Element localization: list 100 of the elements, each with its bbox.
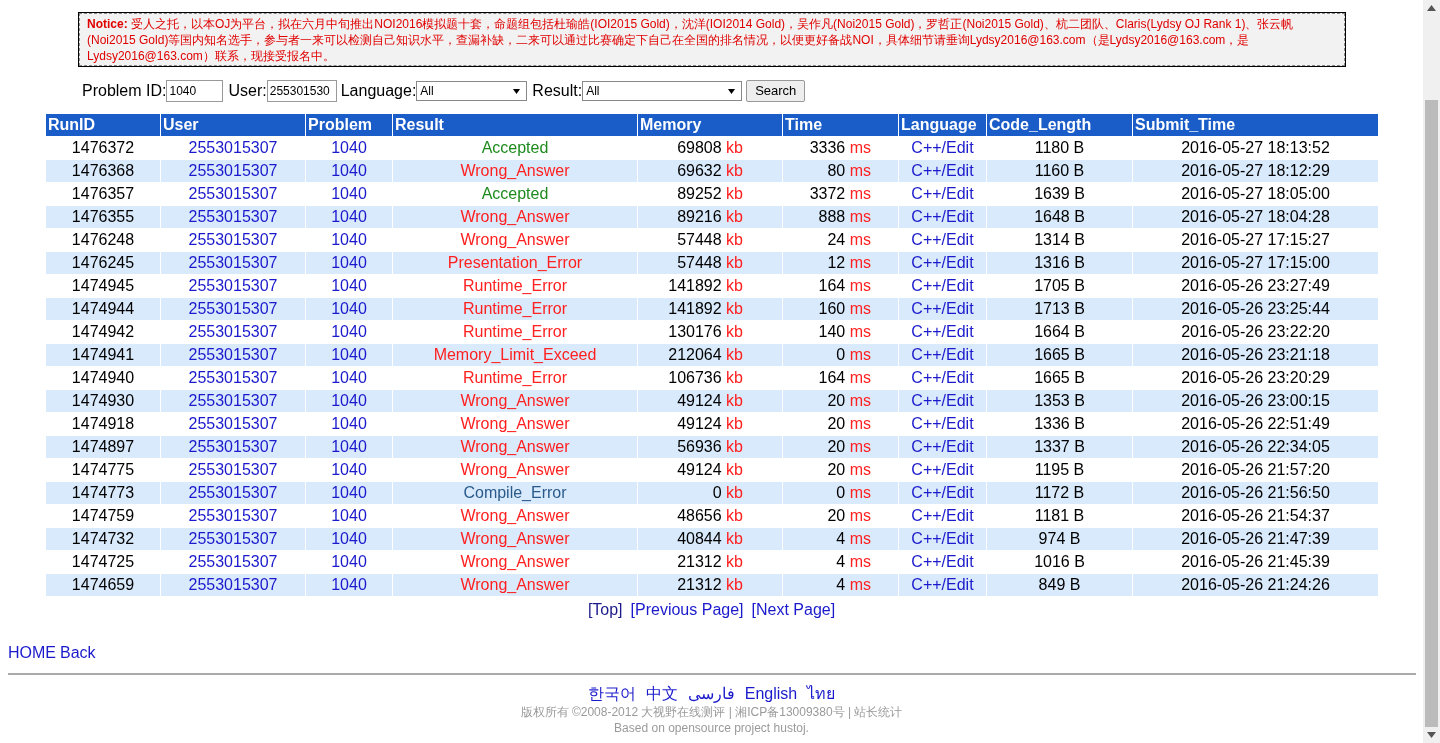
user-link[interactable]: 2553015307: [188, 254, 278, 271]
code-length-cell: 1314 B: [1034, 231, 1085, 248]
user-link[interactable]: 2553015307: [188, 461, 278, 478]
user-link[interactable]: 2553015307: [188, 576, 278, 593]
language-link[interactable]: C++/Edit: [911, 392, 974, 409]
language-link[interactable]: C++/Edit: [911, 530, 974, 547]
user-link[interactable]: 2553015307: [188, 369, 278, 386]
language-link[interactable]: C++/Edit: [911, 139, 974, 156]
problem-link[interactable]: 1040: [331, 185, 367, 202]
user-link[interactable]: 2553015307: [188, 507, 278, 524]
language-link[interactable]: C++/Edit: [911, 254, 974, 271]
problem-link[interactable]: 1040: [331, 369, 367, 386]
language-link[interactable]: C++/Edit: [911, 484, 974, 501]
user-link[interactable]: 2553015307: [188, 139, 278, 156]
problem-link[interactable]: 1040: [331, 553, 367, 570]
user-link[interactable]: 2553015307: [188, 323, 278, 340]
scrollbar[interactable]: [1423, 0, 1440, 743]
user-link[interactable]: 2553015307: [188, 208, 278, 225]
problem-link[interactable]: 1040: [331, 277, 367, 294]
run-id-cell: 1474773: [71, 484, 135, 501]
memory-value: 49124: [677, 461, 722, 478]
pager-link[interactable]: [Previous Page]: [630, 598, 744, 622]
language-link[interactable]: C++/Edit: [911, 576, 974, 593]
scrollbar-thumb[interactable]: [1425, 100, 1438, 727]
problem-link[interactable]: 1040: [331, 461, 367, 478]
language-link[interactable]: C++/Edit: [911, 231, 974, 248]
pager-link[interactable]: [Top]: [587, 598, 623, 622]
language-link[interactable]: C++/Edit: [911, 369, 974, 386]
user-link[interactable]: 2553015307: [188, 346, 278, 363]
problem-link[interactable]: 1040: [331, 576, 367, 593]
problem-link[interactable]: 1040: [331, 162, 367, 179]
unit-label: kb: [726, 369, 743, 386]
problem-link[interactable]: 1040: [331, 415, 367, 432]
user-link[interactable]: 2553015307: [188, 392, 278, 409]
language-link[interactable]: C++/Edit: [911, 438, 974, 455]
submit-time-cell: 2016-05-27 18:13:52: [1181, 139, 1330, 156]
submit-time-cell: 2016-05-27 17:15:27: [1181, 231, 1330, 248]
user-link[interactable]: 2553015307: [188, 553, 278, 570]
language-link[interactable]: C++/Edit: [911, 185, 974, 202]
language-link[interactable]: C++/Edit: [911, 208, 974, 225]
memory-value: 57448: [677, 231, 722, 248]
language-link[interactable]: C++/Edit: [911, 415, 974, 432]
user-link[interactable]: 2553015307: [188, 484, 278, 501]
unit-label: kb: [726, 553, 743, 570]
run-id-cell: 1474759: [71, 507, 135, 524]
problem-link[interactable]: 1040: [331, 507, 367, 524]
user-link[interactable]: 2553015307: [188, 530, 278, 547]
language-link[interactable]: C++/Edit: [911, 277, 974, 294]
user-field[interactable]: 255301530: [266, 80, 337, 102]
language-option[interactable]: 한국어: [587, 682, 636, 706]
problem-id-field[interactable]: 1040: [166, 80, 224, 102]
language-link[interactable]: C++/Edit: [911, 507, 974, 524]
search-button[interactable]: Search: [746, 80, 806, 102]
problem-link[interactable]: 1040: [331, 323, 367, 340]
user-link[interactable]: 2553015307: [188, 231, 278, 248]
problem-link[interactable]: 1040: [331, 208, 367, 225]
time-value: 4: [836, 576, 846, 593]
language-option[interactable]: ไทย: [807, 682, 836, 706]
user-link[interactable]: 2553015307: [188, 300, 278, 317]
user-link[interactable]: 2553015307: [188, 162, 278, 179]
unit-label: ms: [849, 162, 871, 179]
user-link[interactable]: 2553015307: [188, 185, 278, 202]
problem-link[interactable]: 1040: [331, 392, 367, 409]
problem-link[interactable]: 1040: [331, 530, 367, 547]
code-length-cell: 1195 B: [1034, 461, 1085, 478]
user-link[interactable]: 2553015307: [188, 277, 278, 294]
result-select[interactable]: All: [582, 81, 743, 101]
problem-link[interactable]: 1040: [331, 300, 367, 317]
language-option[interactable]: 中文: [645, 682, 678, 706]
language-link[interactable]: C++/Edit: [911, 162, 974, 179]
nav-link[interactable]: Back: [60, 641, 96, 665]
user-link[interactable]: 2553015307: [188, 415, 278, 432]
problem-link[interactable]: 1040: [331, 438, 367, 455]
memory-value: 89216: [677, 208, 722, 225]
code-length-cell: 1337 B: [1034, 438, 1085, 455]
nav-link[interactable]: HOME: [8, 641, 56, 665]
problem-link[interactable]: 1040: [331, 346, 367, 363]
language-link[interactable]: C++/Edit: [911, 323, 974, 340]
scroll-down-icon[interactable]: [1427, 732, 1436, 738]
time-value: 24: [827, 231, 846, 248]
language-option[interactable]: فارسی: [687, 682, 735, 706]
language-select[interactable]: All: [416, 81, 528, 101]
problem-link[interactable]: 1040: [331, 231, 367, 248]
language-link[interactable]: C++/Edit: [911, 461, 974, 478]
language-link[interactable]: C++/Edit: [911, 300, 974, 317]
run-id-cell: 1474725: [71, 553, 135, 570]
scroll-up-icon[interactable]: [1427, 5, 1436, 11]
language-link[interactable]: C++/Edit: [911, 553, 974, 570]
submit-time-cell: 2016-05-26 21:47:39: [1181, 530, 1330, 547]
pager-link[interactable]: [Next Page]: [751, 598, 836, 622]
memory-value: 0: [712, 484, 722, 501]
problem-link[interactable]: 1040: [331, 254, 367, 271]
memory-value: 48656: [677, 507, 722, 524]
time-value: 4: [836, 530, 846, 547]
language-link[interactable]: C++/Edit: [911, 346, 974, 363]
user-link[interactable]: 2553015307: [188, 438, 278, 455]
language-option[interactable]: English: [744, 682, 798, 706]
problem-link[interactable]: 1040: [331, 484, 367, 501]
result-text: Wrong_Answer: [460, 507, 570, 524]
problem-link[interactable]: 1040: [331, 139, 367, 156]
